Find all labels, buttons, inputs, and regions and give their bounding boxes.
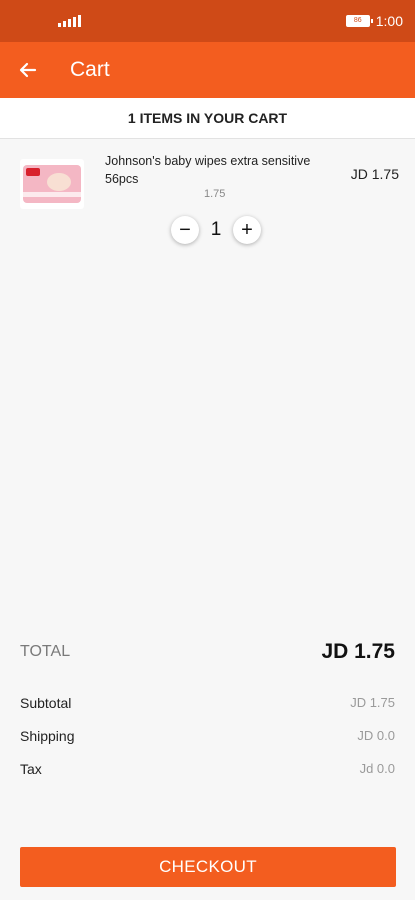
quantity-value: 1 [210, 219, 222, 240]
product-unit-price: 1.75 [204, 188, 226, 200]
increase-quantity-button[interactable]: + [233, 216, 261, 244]
shipping-label: Shipping [20, 727, 75, 744]
status-time: 1:00 [375, 13, 403, 29]
subtotal-value: JD 1.75 [350, 695, 395, 710]
back-button[interactable] [0, 42, 56, 98]
subtotal-label: Subtotal [20, 694, 72, 711]
cart-items-count: 1 ITEMS IN YOUR CART [0, 98, 415, 139]
product-image[interactable] [20, 159, 84, 209]
page-title: Cart [70, 58, 110, 81]
tax-value: Jd 0.0 [359, 761, 395, 776]
total-row: TOTAL JD 1.75 [20, 630, 395, 674]
total-label: TOTAL [20, 643, 71, 660]
cart-item: Johnson's baby wipes extra sensitive 56p… [0, 139, 415, 259]
tax-row: Tax Jd 0.0 [20, 752, 395, 785]
product-price: JD 1.75 [350, 166, 399, 182]
arrow-left-icon [19, 62, 37, 78]
checkout-button[interactable]: CHECKOUT [20, 847, 396, 887]
shipping-value: JD 0.0 [357, 728, 395, 743]
signal-icon [58, 15, 81, 27]
app-bar: Cart [0, 42, 415, 98]
baby-wipes-pack-image [23, 165, 81, 203]
decrease-quantity-button[interactable]: − [171, 216, 199, 244]
total-value: JD 1.75 [321, 640, 395, 663]
tax-label: Tax [20, 760, 42, 777]
status-bar: 86 1:00 [0, 0, 415, 42]
shipping-row: Shipping JD 0.0 [20, 719, 395, 752]
battery-icon: 86 [345, 15, 373, 27]
subtotal-row: Subtotal JD 1.75 [20, 686, 395, 719]
status-right: 86 1:00 [345, 13, 403, 29]
product-name: Johnson's baby wipes extra sensitive 56p… [105, 154, 311, 186]
quantity-stepper: − 1 + [171, 216, 261, 244]
order-summary: TOTAL JD 1.75 Subtotal JD 1.75 Shipping … [20, 630, 395, 785]
